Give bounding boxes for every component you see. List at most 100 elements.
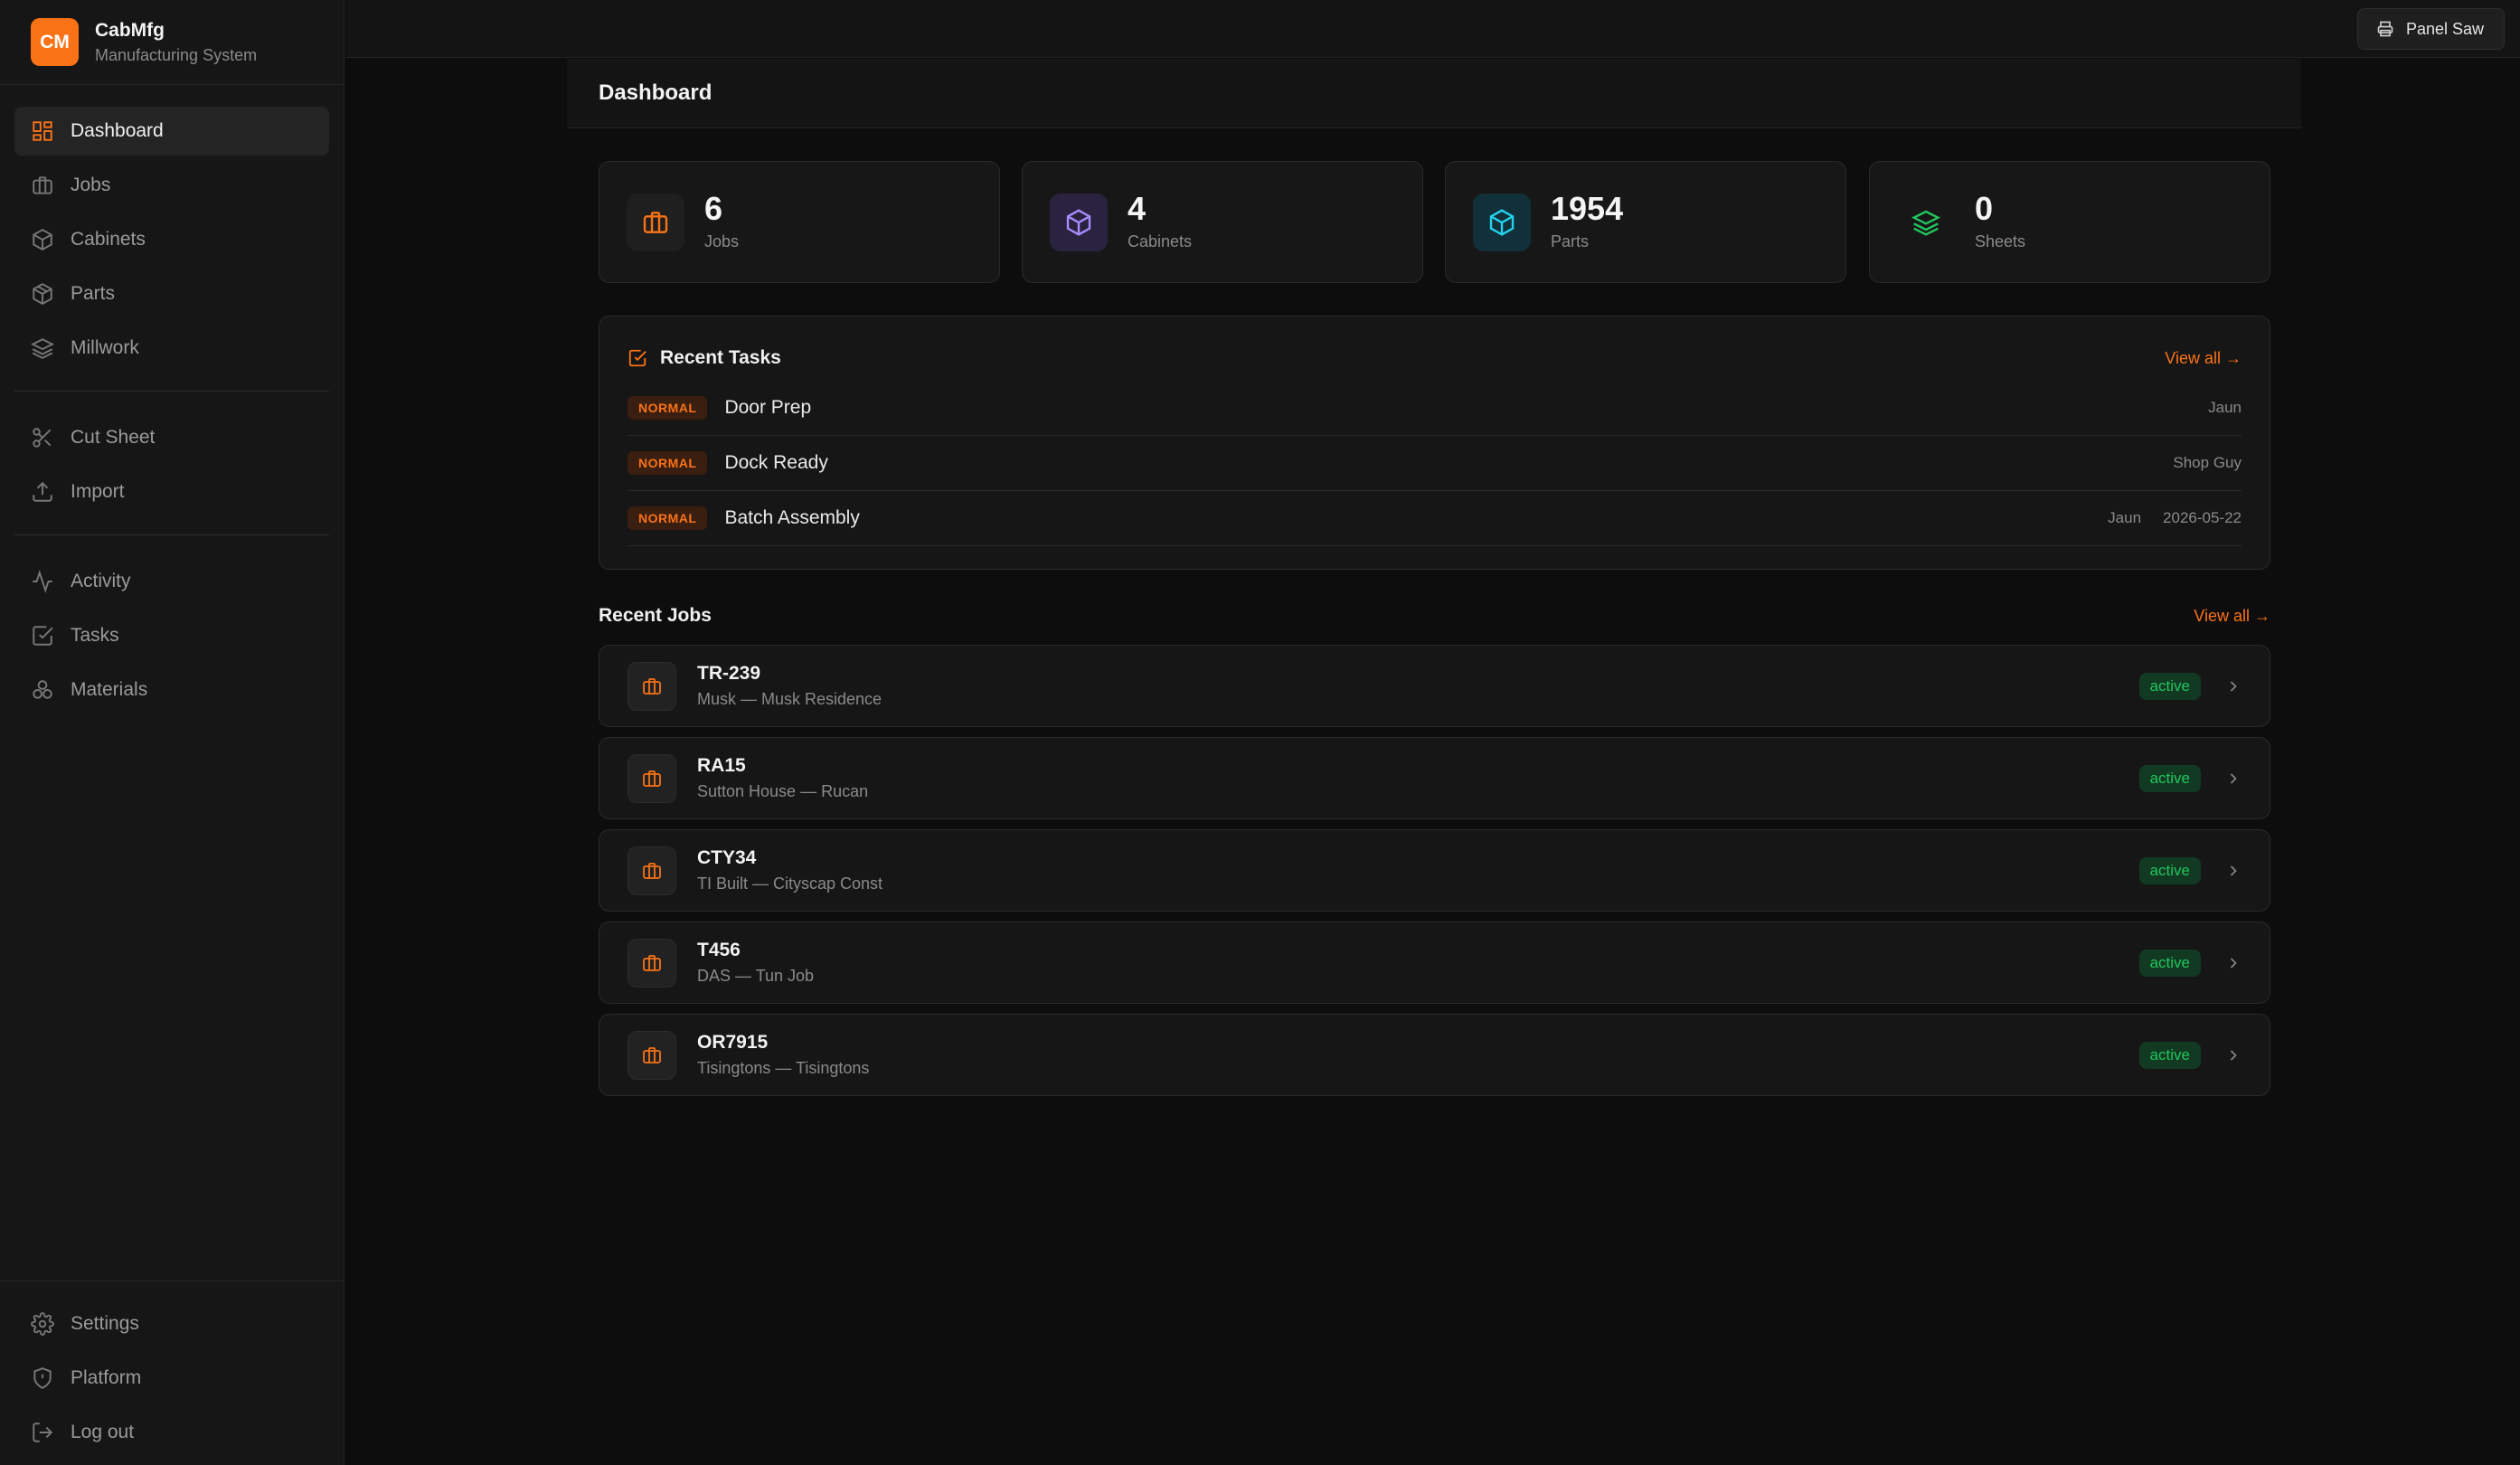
sidebar-item-label: Parts (71, 283, 116, 304)
job-subtitle: Musk — Musk Residence (697, 690, 882, 708)
job-row[interactable]: CTY34 TI Built — Cityscap Const active (599, 829, 2270, 912)
briefcase-icon (628, 846, 676, 895)
layers-icon (1897, 193, 1955, 251)
sidebar-item-cabinets[interactable]: Cabinets (14, 215, 329, 264)
sidebar-item-jobs[interactable]: Jobs (14, 161, 329, 210)
status-badge: active (2138, 672, 2201, 700)
task-assignee: Shop Guy (2173, 454, 2242, 471)
job-row[interactable]: T456 DAS — Tun Job active (599, 922, 2270, 1004)
jobs-view-all-link[interactable]: View all → (2194, 607, 2270, 626)
sidebar-item-label: Millwork (71, 337, 139, 358)
box-icon (31, 228, 54, 251)
sidebar-item-label: Settings (71, 1313, 139, 1334)
priority-badge: NORMAL (628, 396, 708, 420)
stat-value: 6 (704, 190, 723, 227)
priority-badge: NORMAL (628, 506, 708, 530)
briefcase-icon (628, 753, 676, 803)
printer-icon (2376, 20, 2394, 38)
job-row[interactable]: RA15 Sutton House — Rucan active (599, 737, 2270, 819)
task-name: Dock Ready (724, 452, 828, 473)
priority-badge: NORMAL (628, 451, 708, 475)
sidebar-item-dashboard[interactable]: Dashboard (14, 107, 329, 156)
checkbox-icon (628, 348, 647, 368)
brand-subtitle: Manufacturing System (95, 45, 258, 64)
sidebar-item-settings[interactable]: Settings (14, 1300, 329, 1348)
sidebar-item-label: Import (71, 481, 125, 502)
stat-value: 1954 (1551, 190, 1624, 227)
page-header: Dashboard (567, 59, 2301, 128)
sidebar-item-tasks[interactable]: Tasks (14, 611, 329, 660)
recent-tasks-title: Recent Tasks (660, 347, 781, 368)
job-subtitle: DAS — Tun Job (697, 967, 815, 985)
task-name: Batch Assembly (724, 507, 860, 528)
shield-icon (31, 1366, 54, 1390)
tasks-view-all-link[interactable]: View all → (2165, 349, 2242, 368)
chevron-right-icon (2224, 954, 2242, 972)
sidebar-item-label: Platform (71, 1367, 142, 1388)
stat-card-cabinets[interactable]: 4 Cabinets (1022, 161, 1423, 283)
task-assignee: Jaun (2108, 509, 2142, 526)
sidebar-item-label: Jobs (71, 175, 111, 195)
sidebar-item-label: Tasks (71, 625, 119, 646)
sidebar-footer: Settings Platform Log out (0, 1281, 344, 1465)
sidebar-item-millwork[interactable]: Millwork (14, 324, 329, 373)
layers-icon (31, 336, 54, 360)
task-row[interactable]: NORMAL Dock Ready Shop Guy (628, 436, 2242, 491)
box-icon (1473, 193, 1531, 251)
status-badge: active (2138, 1041, 2201, 1069)
sidebar-item-platform[interactable]: Platform (14, 1354, 329, 1403)
brand[interactable]: CM CabMfg Manufacturing System (0, 0, 344, 85)
sidebar-item-parts[interactable]: Parts (14, 269, 329, 318)
stat-value: 0 (1975, 190, 1994, 227)
task-row[interactable]: NORMAL Batch Assembly Jaun 2026-05-22 (628, 491, 2242, 546)
task-row[interactable]: NORMAL Door Prep Jaun (628, 381, 2242, 436)
station-button-label: Panel Saw (2405, 19, 2484, 38)
recent-tasks-panel: Recent Tasks View all → NORMAL Door Prep… (599, 316, 2270, 570)
sidebar-item-label: Log out (71, 1422, 135, 1442)
station-button[interactable]: Panel Saw (2356, 8, 2505, 50)
stat-card-parts[interactable]: 1954 Parts (1445, 161, 1846, 283)
job-code: OR7915 (697, 1032, 769, 1053)
brand-name: CabMfg (95, 19, 165, 41)
briefcase-icon (628, 1030, 676, 1080)
sidebar-item-logout[interactable]: Log out (14, 1408, 329, 1457)
briefcase-icon (31, 174, 54, 197)
dashboard-icon (31, 119, 54, 143)
recent-jobs-title: Recent Jobs (599, 605, 712, 626)
recent-jobs-header: Recent Jobs View all → (599, 600, 2270, 631)
stat-card-sheets[interactable]: 0 Sheets (1869, 161, 2270, 283)
brand-logo: CM (31, 18, 79, 66)
job-code: T456 (697, 940, 741, 960)
chevron-right-icon (2224, 770, 2242, 788)
briefcase-icon (627, 193, 684, 251)
package-icon (31, 282, 54, 306)
job-row[interactable]: TR-239 Musk — Musk Residence active (599, 645, 2270, 727)
job-code: CTY34 (697, 847, 757, 868)
job-code: RA15 (697, 755, 746, 776)
sidebar-item-activity[interactable]: Activity (14, 557, 329, 606)
status-badge: active (2138, 764, 2201, 792)
chevron-right-icon (2224, 677, 2242, 695)
materials-icon (31, 678, 54, 702)
top-bar: Panel Saw (345, 0, 2520, 58)
sidebar-item-import[interactable]: Import (14, 468, 329, 516)
briefcase-icon (628, 661, 676, 711)
chevron-right-icon (2224, 862, 2242, 880)
briefcase-icon (628, 938, 676, 988)
chevron-right-icon (2224, 1046, 2242, 1064)
box-icon (1050, 193, 1108, 251)
upload-icon (31, 480, 54, 504)
sidebar-item-materials[interactable]: Materials (14, 666, 329, 714)
stat-label: Parts (1551, 232, 1590, 250)
stat-card-jobs[interactable]: 6 Jobs (599, 161, 1000, 283)
sidebar-item-cut-sheet[interactable]: Cut Sheet (14, 413, 329, 462)
stat-label: Jobs (704, 232, 740, 250)
checkbox-icon (31, 624, 54, 647)
stat-label: Sheets (1975, 232, 2026, 250)
job-subtitle: Sutton House — Rucan (697, 782, 869, 800)
task-due-date: 2026-05-22 (2163, 509, 2242, 526)
gear-icon (31, 1312, 54, 1336)
job-row[interactable]: OR7915 Tisingtons — Tisingtons active (599, 1014, 2270, 1096)
job-code: TR-239 (697, 663, 761, 684)
status-badge: active (2138, 949, 2201, 977)
